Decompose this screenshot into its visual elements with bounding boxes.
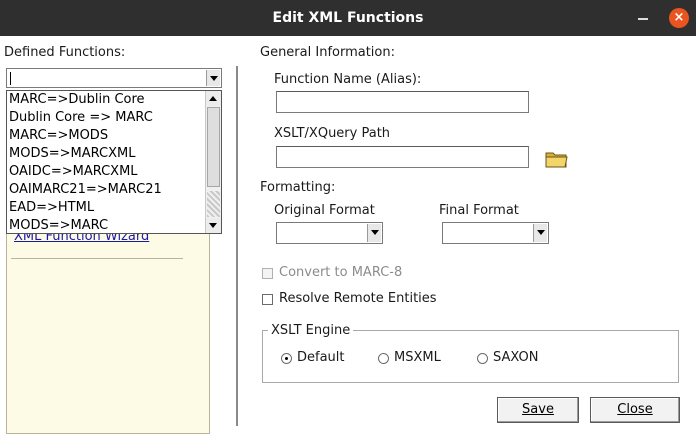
title-bar: Edit XML Functions × (0, 0, 696, 36)
save-button-label: Save (522, 402, 554, 417)
engine-msxml-radio[interactable] (378, 353, 389, 364)
xslt-path-label: XSLT/XQuery Path (274, 126, 391, 141)
xslt-path-input[interactable] (276, 146, 529, 168)
dropdown-arrow-button[interactable] (533, 224, 547, 242)
convert-marc8-checkbox[interactable] (262, 268, 273, 279)
panel-divider (11, 258, 183, 259)
function-name-label: Function Name (Alias): (274, 72, 422, 87)
original-format-label: Original Format (274, 203, 375, 218)
folder-icon[interactable] (545, 149, 569, 169)
dropdown-scrollbar[interactable] (205, 91, 221, 233)
minimize-icon[interactable] (635, 10, 651, 26)
formatting-header: Formatting: (260, 180, 336, 195)
original-format-select[interactable] (276, 222, 383, 244)
defined-functions-select[interactable] (6, 68, 222, 88)
chevron-down-icon (210, 76, 218, 81)
xslt-engine-title: XSLT Engine (268, 323, 354, 338)
dropdown-arrow-button[interactable] (367, 224, 381, 242)
scroll-down-button[interactable] (206, 218, 221, 233)
chevron-down-icon (209, 223, 217, 228)
dropdown-item[interactable]: Dublin Core => MARC (9, 109, 153, 127)
general-information-header: General Information: (260, 45, 395, 60)
close-button-label: Close (617, 402, 653, 417)
engine-default-label: Default (297, 350, 345, 365)
dropdown-item[interactable]: MARC=>MODS (9, 127, 108, 145)
chevron-up-icon (209, 96, 217, 101)
resolve-entities-label: Resolve Remote Entities (279, 291, 437, 306)
save-button[interactable]: Save (497, 397, 579, 423)
engine-msxml-label: MSXML (394, 350, 441, 365)
dropdown-item[interactable]: MODS=>MARCXML (9, 145, 135, 163)
engine-saxon-radio[interactable] (477, 353, 488, 364)
engine-saxon-label: SAXON (493, 350, 539, 365)
functions-dropdown-list[interactable]: MARC=>Dublin Core Dublin Core => MARC MA… (6, 90, 222, 234)
defined-functions-label: Defined Functions: (4, 45, 126, 60)
close-button[interactable]: Close (590, 397, 680, 423)
engine-default-radio[interactable] (281, 353, 292, 364)
dropdown-item[interactable]: MODS=>MARC (9, 217, 108, 235)
convert-marc8-label: Convert to MARC-8 (279, 265, 403, 280)
dropdown-item[interactable]: OAIDC=>MARCXML (9, 163, 138, 181)
final-format-label: Final Format (439, 203, 519, 218)
function-name-input[interactable] (276, 91, 529, 113)
dropdown-item[interactable]: EAD=>HTML (9, 199, 94, 217)
scroll-up-button[interactable] (206, 91, 221, 106)
vertical-divider (236, 66, 238, 426)
chevron-down-icon (537, 230, 545, 235)
dialog-body: Defined Functions: XML Function Wizard M… (0, 36, 696, 436)
close-window-icon[interactable]: × (669, 8, 689, 28)
final-format-select[interactable] (442, 222, 549, 244)
scrollbar-thumb[interactable] (207, 107, 220, 187)
dropdown-arrow-button[interactable] (206, 70, 220, 86)
dropdown-item[interactable]: OAIMARC21=>MARC21 (9, 181, 162, 199)
window-title: Edit XML Functions (272, 10, 424, 26)
text-caret (10, 72, 11, 85)
dropdown-item[interactable]: MARC=>Dublin Core (9, 91, 145, 109)
chevron-down-icon (371, 230, 379, 235)
resolve-entities-checkbox[interactable] (262, 294, 273, 305)
scrollbar-track[interactable] (207, 191, 220, 217)
